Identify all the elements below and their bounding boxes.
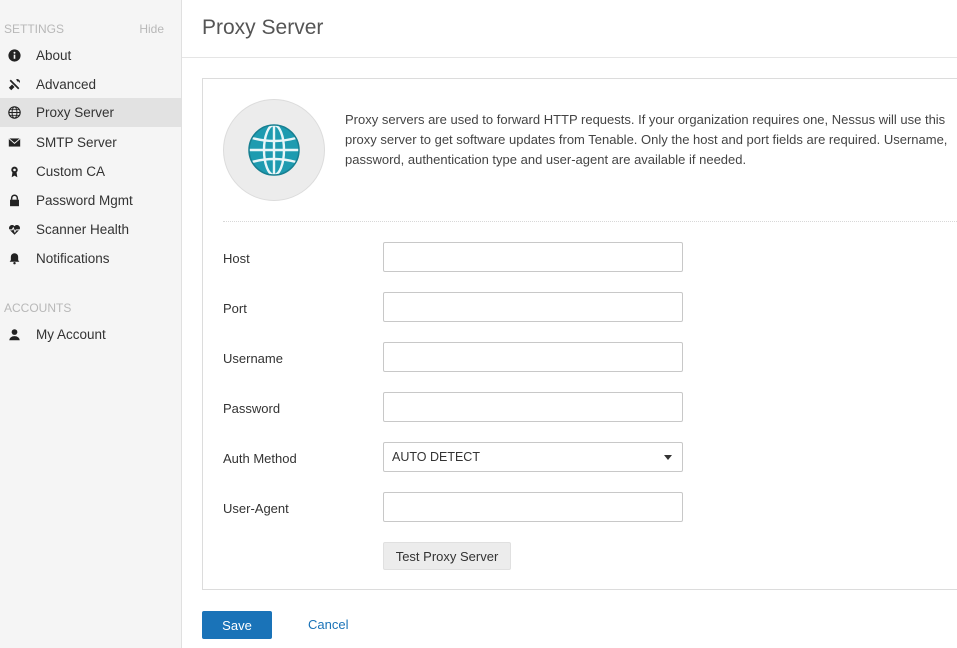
sidebar-item-scanner-health[interactable]: Scanner Health	[0, 215, 181, 244]
sidebar-item-label: SMTP Server	[36, 135, 117, 150]
sidebar-item-label: Proxy Server	[36, 105, 115, 120]
cancel-link[interactable]: Cancel	[308, 617, 348, 632]
proxy-description: Proxy servers are used to forward HTTP r…	[345, 112, 948, 167]
globe-icon	[248, 124, 300, 176]
port-label: Port	[223, 301, 247, 316]
auth-method-value: AUTO DETECT	[392, 450, 480, 464]
save-button[interactable]: Save	[202, 611, 272, 639]
auth-method-label: Auth Method	[223, 451, 297, 466]
sidebar-item-password-mgmt[interactable]: Password Mgmt	[0, 186, 181, 215]
password-label: Password	[223, 401, 281, 416]
settings-sidebar: SETTINGS Hide About Advanced Proxy Serve…	[0, 0, 182, 648]
auth-method-select[interactable]: AUTO DETECT	[383, 442, 683, 472]
title-divider	[182, 57, 957, 58]
user-agent-input[interactable]	[383, 492, 683, 522]
user-icon	[7, 328, 21, 342]
globe-icon	[7, 106, 21, 120]
proxy-settings-panel: Proxy servers are used to forward HTTP r…	[202, 78, 957, 590]
tools-icon	[7, 78, 21, 92]
globe-illustration	[223, 99, 325, 201]
page-title: Proxy Server	[202, 16, 324, 39]
accounts-heading: ACCOUNTS	[4, 301, 178, 315]
certificate-icon	[7, 165, 21, 179]
sidebar-item-notifications[interactable]: Notifications	[0, 244, 181, 273]
sidebar-item-label: Advanced	[36, 77, 97, 92]
user-agent-label: User-Agent	[223, 501, 289, 516]
host-input[interactable]	[383, 242, 683, 272]
sidebar-item-my-account[interactable]: My Account	[0, 320, 181, 349]
accounts-heading-label: ACCOUNTS	[4, 301, 72, 315]
sidebar-item-about[interactable]: About	[0, 41, 181, 70]
envelope-icon	[7, 136, 21, 150]
settings-heading: SETTINGS Hide	[4, 22, 178, 36]
sidebar-item-smtp-server[interactable]: SMTP Server	[0, 128, 181, 157]
sidebar-item-custom-ca[interactable]: Custom CA	[0, 157, 181, 186]
bell-icon	[7, 252, 21, 266]
settings-heading-label: SETTINGS	[4, 22, 65, 36]
sidebar-item-proxy-server[interactable]: Proxy Server	[0, 98, 181, 127]
sidebar-item-label: My Account	[36, 327, 106, 342]
caret-down-icon	[664, 455, 672, 460]
host-label: Host	[223, 251, 250, 266]
password-input[interactable]	[383, 392, 683, 422]
sidebar-item-label: Password Mgmt	[36, 193, 133, 208]
sidebar-item-label: Scanner Health	[36, 222, 130, 237]
sidebar-item-advanced[interactable]: Advanced	[0, 70, 181, 99]
username-input[interactable]	[383, 342, 683, 372]
sidebar-item-label: Notifications	[36, 251, 110, 266]
heartbeat-icon	[7, 223, 21, 237]
lock-icon	[7, 194, 21, 208]
section-divider	[223, 221, 957, 222]
username-label: Username	[223, 351, 283, 366]
port-input[interactable]	[383, 292, 683, 322]
sidebar-item-label: Custom CA	[36, 164, 106, 179]
hide-sidebar-link[interactable]: Hide	[139, 22, 178, 36]
info-icon	[7, 49, 21, 63]
test-proxy-button[interactable]: Test Proxy Server	[383, 542, 511, 570]
sidebar-item-label: About	[36, 48, 72, 63]
